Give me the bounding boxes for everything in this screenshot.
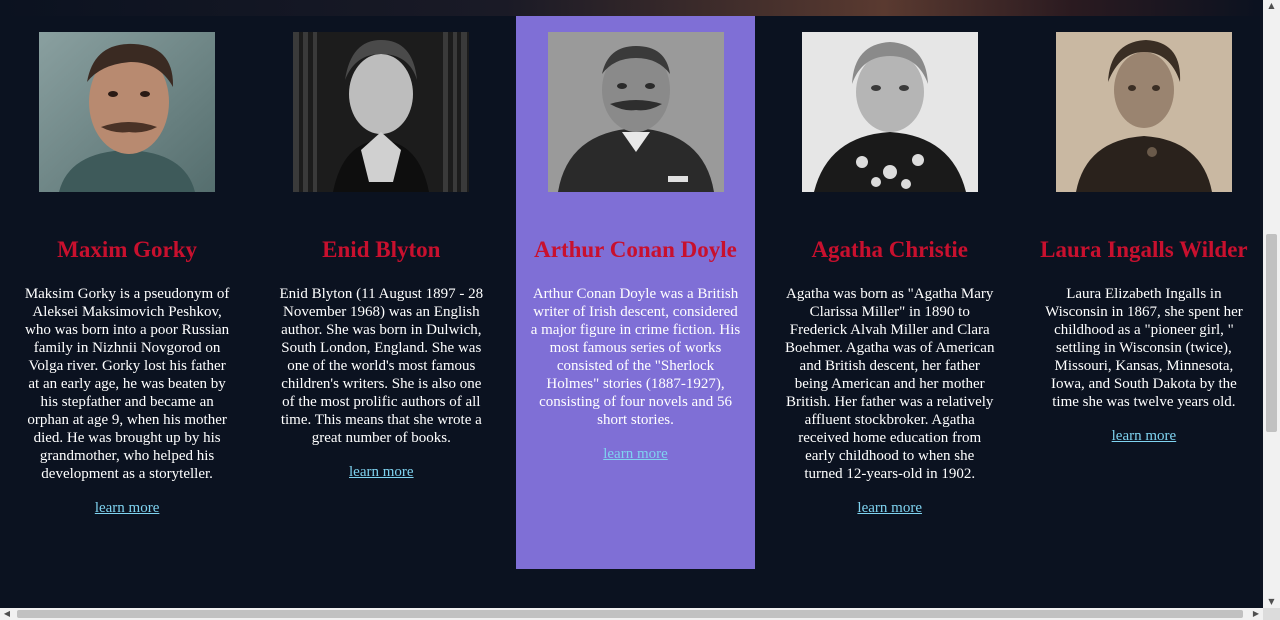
page-edge: [0, 16, 8, 608]
scrollbar-corner: [1263, 608, 1280, 620]
author-card-doyle: Arthur Conan Doyle Arthur Conan Doyle wa…: [516, 16, 755, 569]
author-bio: Enid Blyton (11 August 1897 - 28 Novembe…: [279, 286, 484, 446]
author-name: Agatha Christie: [811, 237, 968, 262]
author-card-christie: Agatha Christie Agatha was born as "Agat…: [771, 16, 1009, 569]
scroll-right-icon[interactable]: ▶: [1249, 608, 1263, 620]
author-name: Laura Ingalls Wilder: [1040, 237, 1248, 262]
learn-more-link[interactable]: learn more: [857, 500, 922, 517]
author-photo: [1055, 32, 1232, 192]
author-card-gorky: Maxim Gorky Maksim Gorky is a pseudonym …: [8, 16, 246, 569]
author-photo: [547, 32, 724, 192]
author-bio: Agatha was born as "Agatha Mary Clarissa…: [784, 286, 995, 482]
scroll-down-icon[interactable]: ▼: [1263, 596, 1280, 608]
author-bio: Arthur Conan Doyle was a British writer …: [530, 286, 741, 428]
scroll-up-icon[interactable]: ▲: [1263, 0, 1280, 12]
learn-more-link[interactable]: learn more: [1112, 428, 1177, 445]
author-card-wilder: Laura Ingalls Wilder Laura Elizabeth Ing…: [1025, 16, 1263, 569]
author-card-blyton: Enid Blyton Enid Blyton (11 August 1897 …: [262, 16, 500, 569]
learn-more-link[interactable]: learn more: [95, 500, 160, 517]
header-banner-image: [0, 0, 1263, 16]
author-name: Enid Blyton: [322, 237, 441, 262]
horizontal-scrollbar[interactable]: ◀ ▶: [0, 608, 1280, 620]
vertical-scrollbar[interactable]: ▲ ▼: [1263, 0, 1280, 608]
author-bio: Laura Elizabeth Ingalls in Wisconsin in …: [1045, 286, 1243, 410]
vertical-scroll-thumb[interactable]: [1266, 234, 1277, 432]
learn-more-link[interactable]: learn more: [349, 464, 414, 481]
author-name: Arthur Conan Doyle: [534, 237, 737, 262]
author-photo: [801, 32, 978, 192]
author-photo: [293, 32, 470, 192]
author-name: Maxim Gorky: [57, 237, 198, 262]
author-photo: [39, 32, 216, 192]
learn-more-link[interactable]: learn more: [603, 446, 668, 463]
author-bio: Maksim Gorky is a pseudonym of Aleksei M…: [24, 286, 230, 482]
scroll-left-icon[interactable]: ◀: [0, 608, 14, 620]
horizontal-scroll-thumb[interactable]: [17, 610, 1243, 618]
author-cards: Maxim Gorky Maksim Gorky is a pseudonym …: [8, 16, 1263, 608]
